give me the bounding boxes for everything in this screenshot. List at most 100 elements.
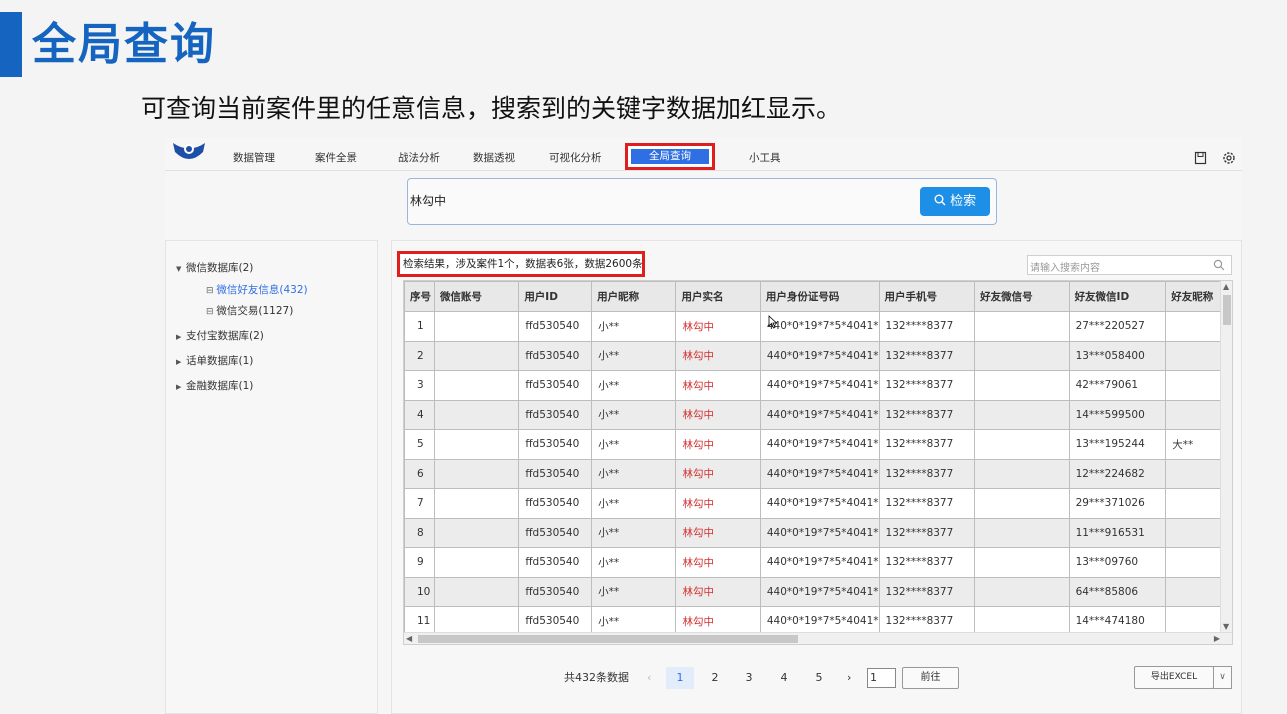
table-cell (433, 429, 520, 460)
table-cell: 440*0*19*7*5*4041* (759, 488, 880, 519)
table-cell (974, 311, 1070, 342)
export-excel-button[interactable]: 导出EXCEL (1134, 666, 1214, 689)
search-button-label: 检索 (950, 194, 977, 209)
column-header[interactable]: 用户ID (518, 281, 593, 312)
nav-item-data-management[interactable]: 数据管理 (233, 151, 275, 165)
horizontal-scrollbar[interactable]: ◀ ▶ (404, 632, 1232, 644)
vertical-scroll-thumb[interactable] (1223, 295, 1231, 325)
column-header[interactable]: 好友微信号 (974, 281, 1070, 312)
table-cell: 13***195244 (1068, 429, 1167, 460)
tree-node-alipay-db[interactable]: ▶ 支付宝数据库(2) (176, 329, 264, 344)
table-row[interactable]: 8 ffd530540 小** 林勾中 440*0*19*7*5*4041* 132***… (404, 517, 1232, 548)
table-cell: 440*0*19*7*5*4041* (759, 458, 880, 489)
database-tree-panel: ▼ 微信数据库(2) ⊟ 微信好友信息(432) ⊟ 微信交易(1127) ▶ 支付… (165, 240, 378, 714)
table-cell: 林勾中 (675, 488, 761, 519)
column-header[interactable]: 序号 (404, 281, 435, 312)
tree-node-label: 支付宝数据库(2) (186, 330, 264, 342)
scroll-down-icon[interactable]: ▼ (1223, 622, 1229, 632)
table-cell: 10 (404, 576, 435, 607)
total-count: 共432条数据 (564, 671, 629, 684)
results-table: 序号 微信账号 用户ID 用户昵称 用户实名 用户身份证号码 用户手机号 好友微信号 好友微信I… (404, 281, 1232, 637)
column-header[interactable]: 用户手机号 (878, 281, 976, 312)
tree-node-wechat-friends[interactable]: ⊟ 微信好友信息(432) (206, 283, 308, 298)
goto-page-input[interactable]: 1 (867, 668, 896, 688)
table-cell: 小** (591, 517, 677, 548)
result-summary-highlight-box: 检索结果，涉及案件1个，数据表6张，数据2600条 (397, 251, 645, 277)
next-page-icon[interactable]: › (847, 667, 851, 689)
search-input[interactable]: 林勾中 (410, 192, 446, 209)
table-cell: 小** (591, 458, 677, 489)
tree-node-wechat-db[interactable]: ▼ 微信数据库(2) (176, 261, 253, 276)
column-header[interactable]: 用户身份证号码 (759, 281, 880, 312)
nav-item-global-search[interactable]: 全局查询 (631, 149, 709, 164)
table-cell: ffd530540 (518, 429, 593, 460)
nav-item-visual-analysis[interactable]: 可视化分析 (549, 151, 602, 165)
scroll-right-icon[interactable]: ▶ (1214, 634, 1220, 644)
table-cell: 7 (404, 488, 435, 519)
table-cell (433, 370, 520, 401)
column-header[interactable]: 好友微信ID (1068, 281, 1167, 312)
scroll-left-icon[interactable]: ◀ (406, 634, 412, 644)
table-cell (433, 340, 520, 371)
nav-item-tools[interactable]: 小工具 (749, 151, 781, 165)
page-1[interactable]: 1 (666, 667, 694, 689)
result-filter-input[interactable]: 请输入搜索内容 (1027, 255, 1232, 275)
table-cell: ffd530540 (518, 517, 593, 548)
page-2[interactable]: 2 (701, 667, 729, 689)
chevron-down-icon[interactable]: ∨ (1213, 666, 1232, 689)
caret-down-icon: ▼ (176, 265, 182, 273)
table-cell: 11***916531 (1068, 517, 1167, 548)
table-row[interactable]: 6 ffd530540 小** 林勾中 440*0*19*7*5*4041* 132***… (404, 458, 1232, 489)
vertical-scrollbar[interactable]: ▲ ▼ (1220, 281, 1232, 633)
table-row[interactable]: 9 ffd530540 小** 林勾中 440*0*19*7*5*4041* 132***… (404, 547, 1232, 578)
table-cell (974, 517, 1070, 548)
table-cell (974, 458, 1070, 489)
table-row[interactable]: 4 ffd530540 小** 林勾中 440*0*19*7*5*4041* 132***… (404, 399, 1232, 430)
tree-node-wechat-transactions[interactable]: ⊟ 微信交易(1127) (206, 304, 293, 319)
column-header[interactable]: 用户实名 (675, 281, 761, 312)
tree-node-finance-db[interactable]: ▶ 金融数据库(1) (176, 379, 253, 394)
prev-page-icon[interactable]: ‹ (647, 667, 651, 689)
nav-item-tactics-analysis[interactable]: 战法分析 (398, 151, 440, 165)
table-row[interactable]: 10 ffd530540 小** 林勾中 440*0*19*7*5*4041* 132**… (404, 576, 1232, 607)
table-cell: 13***058400 (1068, 340, 1167, 371)
horizontal-scroll-thumb[interactable] (418, 635, 798, 643)
table-cell: 132****8377 (878, 311, 976, 342)
table-row[interactable]: 7 ffd530540 小** 林勾中 440*0*19*7*5*4041* 132***… (404, 488, 1232, 519)
table-cell: 440*0*19*7*5*4041* (759, 429, 880, 460)
table-row[interactable]: 1 ffd530540 小** 林勾中 440*0*19*7*5*4041* 132***… (404, 311, 1232, 342)
table-cell: 9 (404, 547, 435, 578)
table-row[interactable]: 3 ffd530540 小** 林勾中 440*0*19*7*5*4041* 132***… (404, 370, 1232, 401)
table-cell (433, 488, 520, 519)
table-cell (974, 576, 1070, 607)
global-search-box: 林勾中 检索 (407, 178, 997, 225)
table-cell: 29***371026 (1068, 488, 1167, 519)
goto-page-button[interactable]: 前往 (902, 667, 959, 689)
slide-title: 全局查询 (32, 19, 216, 70)
nav-item-data-pivot[interactable]: 数据透视 (473, 151, 515, 165)
table-cell: 3 (404, 370, 435, 401)
tree-node-label: 话单数据库(1) (186, 355, 254, 367)
page-3[interactable]: 3 (735, 667, 763, 689)
search-button[interactable]: 检索 (920, 187, 990, 216)
table-cell: 440*0*19*7*5*4041* (759, 399, 880, 430)
table-cell: 林勾中 (675, 458, 761, 489)
table-row[interactable]: 2 ffd530540 小** 林勾中 440*0*19*7*5*4041* 132***… (404, 340, 1232, 371)
table-cell: 小** (591, 340, 677, 371)
page-4[interactable]: 4 (770, 667, 798, 689)
column-header[interactable]: 微信账号 (433, 281, 520, 312)
table-cell (433, 517, 520, 548)
column-header[interactable]: 用户昵称 (591, 281, 677, 312)
table-cell: 林勾中 (675, 340, 761, 371)
gear-icon[interactable] (1221, 150, 1237, 166)
table-row[interactable]: 5 ffd530540 小** 林勾中 440*0*19*7*5*4041* 132***… (404, 429, 1232, 460)
save-icon[interactable] (1193, 150, 1209, 166)
search-icon[interactable] (1213, 259, 1225, 271)
table-cell: 440*0*19*7*5*4041* (759, 370, 880, 401)
tree-node-call-records-db[interactable]: ▶ 话单数据库(1) (176, 354, 253, 369)
nav-item-case-overview[interactable]: 案件全景 (315, 151, 357, 165)
scroll-up-icon[interactable]: ▲ (1223, 282, 1229, 292)
table-cell (974, 370, 1070, 401)
page-5[interactable]: 5 (805, 667, 833, 689)
table-icon: ⊟ (206, 307, 217, 317)
